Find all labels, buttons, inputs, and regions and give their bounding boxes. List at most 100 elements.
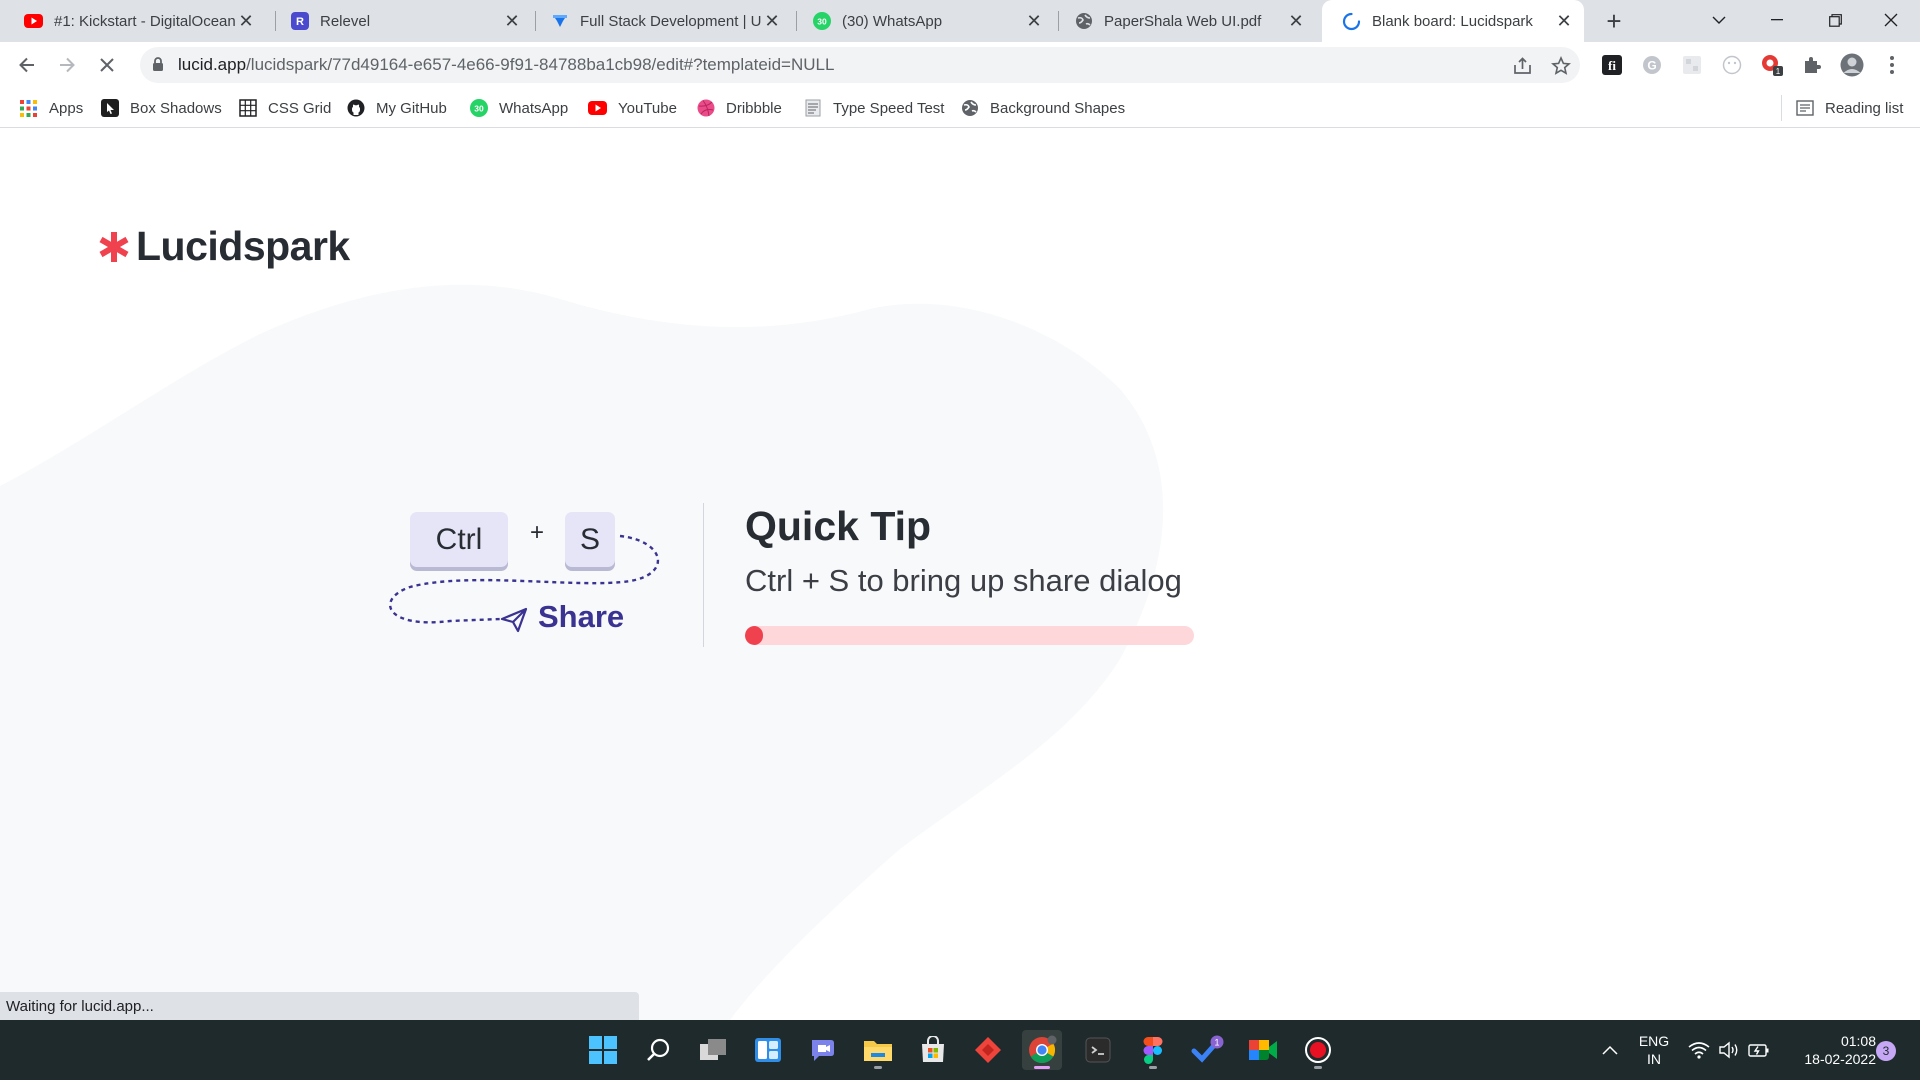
profile-avatar[interactable]: [1840, 53, 1864, 77]
restore-button[interactable]: [1806, 0, 1864, 40]
quick-tip-title: Quick Tip: [745, 503, 932, 549]
bookmark-background-shapes[interactable]: Background Shapes: [960, 96, 1125, 120]
svg-text:1: 1: [1776, 67, 1781, 76]
bookmark-css-grid[interactable]: CSS Grid: [238, 96, 331, 120]
new-tab-button[interactable]: +: [1598, 6, 1630, 36]
tab-title: Blank board: Lucidspark: [1372, 12, 1533, 30]
back-button[interactable]: [11, 49, 43, 81]
globe-icon: [1074, 12, 1093, 31]
todo-button[interactable]: 1: [1188, 1030, 1228, 1070]
chrome-icon: [1029, 1035, 1057, 1064]
ctrl-key: Ctrl: [410, 512, 508, 567]
running-indicator: [1149, 1066, 1157, 1069]
tab-relevel[interactable]: R Relevel ✕: [270, 0, 532, 42]
clock[interactable]: 01:08 18-02-2022: [1782, 1032, 1876, 1068]
tip-divider: [703, 503, 704, 647]
extension-recorder-icon[interactable]: 1: [1760, 53, 1784, 77]
task-view-button[interactable]: [693, 1030, 733, 1070]
anydesk-icon: [975, 1037, 1001, 1063]
start-button[interactable]: [583, 1030, 623, 1070]
task-view-icon: [700, 1039, 726, 1060]
extension-placeholder-icon[interactable]: [1680, 53, 1704, 77]
search-button[interactable]: [638, 1030, 678, 1070]
close-tab-icon[interactable]: ✕: [762, 11, 782, 31]
extensions-puzzle-icon[interactable]: [1800, 53, 1824, 77]
tab-kickstart-digitalocean[interactable]: #1: Kickstart - DigitalOcean ✕: [4, 0, 266, 42]
tab-blank-board-lucidspark[interactable]: Blank board: Lucidspark ✕: [1322, 0, 1584, 42]
widgets-button[interactable]: [748, 1030, 788, 1070]
bookmark-apps[interactable]: Apps: [19, 96, 83, 120]
bookmark-box-shadows[interactable]: Box Shadows: [100, 96, 222, 120]
bookmark-whatsapp[interactable]: 30 WhatsApp: [469, 96, 568, 120]
figma-button[interactable]: [1133, 1030, 1173, 1070]
forward-button[interactable]: [51, 49, 83, 81]
terminal-button[interactable]: [1078, 1030, 1118, 1070]
figma-icon: [1143, 1037, 1163, 1064]
svg-text:R: R: [296, 16, 304, 28]
tab-whatsapp[interactable]: 30 (30) WhatsApp ✕: [792, 0, 1054, 42]
svg-text:G: G: [1647, 59, 1656, 73]
close-tab-icon[interactable]: ✕: [236, 11, 256, 31]
tab-title: (30) WhatsApp: [842, 12, 943, 30]
reading-list-button[interactable]: Reading list: [1795, 96, 1903, 120]
bookmark-star-icon[interactable]: [1549, 54, 1573, 78]
close-window-button[interactable]: [1862, 0, 1920, 40]
language-indicator[interactable]: ENG IN: [1632, 1032, 1676, 1068]
show-hidden-icons-button[interactable]: [1590, 1030, 1630, 1070]
tab-full-stack-development[interactable]: Full Stack Development | Ur ✕: [530, 0, 792, 42]
widgets-icon: [755, 1038, 781, 1062]
share-page-icon[interactable]: [1511, 54, 1535, 78]
tab-title: Relevel: [320, 12, 371, 30]
active-app-indicator: [1034, 1066, 1050, 1069]
bookmark-label: Dribbble: [726, 99, 782, 117]
bookmark-youtube[interactable]: YouTube: [588, 96, 677, 120]
url-text[interactable]: lucid.app/lucidspark/77d49164-e657-4e66-…: [178, 55, 834, 75]
windows-taskbar: 1 ENG IN 01:08 18-02-2022 3: [0, 1020, 1920, 1080]
notification-badge[interactable]: 3: [1876, 1041, 1896, 1061]
stop-loading-button[interactable]: [91, 49, 123, 81]
teams-chat-icon: [812, 1040, 834, 1061]
loading-progress-fill: [745, 626, 763, 645]
tab-title: #1: Kickstart - DigitalOcean: [54, 12, 236, 30]
loading-icon: [1342, 12, 1361, 31]
address-bar[interactable]: lucid.app/lucidspark/77d49164-e657-4e66-…: [140, 47, 1580, 83]
bookmark-label: Apps: [49, 99, 84, 117]
close-tab-icon[interactable]: ✕: [1024, 11, 1044, 31]
grid-icon: [238, 99, 257, 118]
close-tab-icon[interactable]: ✕: [502, 11, 522, 31]
browser-menu-icon[interactable]: [1880, 53, 1904, 77]
quick-settings-button[interactable]: [1680, 1030, 1778, 1070]
bookmark-label: Box Shadows: [130, 99, 222, 117]
bookmark-dribbble[interactable]: Dribbble: [696, 96, 782, 120]
url-host: lucid.app: [178, 55, 247, 74]
reading-list-icon: [1795, 99, 1814, 118]
close-tab-icon[interactable]: ✕: [1286, 11, 1306, 31]
bookmarks-bar: Apps Box Shadows CSS Grid My GitHub 30 W…: [0, 88, 1920, 128]
anydesk-button[interactable]: [968, 1030, 1008, 1070]
extension-fi-icon[interactable]: fi: [1600, 53, 1624, 77]
globe-icon: [960, 99, 979, 118]
box-shadows-icon: [100, 99, 119, 118]
chrome-button[interactable]: [1022, 1030, 1062, 1070]
tab-papershala-pdf[interactable]: PaperShala Web UI.pdf ✕: [1054, 0, 1316, 42]
windows-logo-icon: [589, 1036, 617, 1064]
screen-recorder-button[interactable]: [1298, 1030, 1338, 1070]
bookmark-my-github[interactable]: My GitHub: [346, 96, 447, 120]
google-meet-icon: [1249, 1040, 1277, 1060]
url-path: /lucidspark/77d49164-e657-4e66-9f91-8478…: [246, 55, 835, 74]
tab-search-icon[interactable]: [1690, 0, 1748, 40]
apps-grid-icon: [19, 99, 38, 118]
volume-icon: [1719, 1041, 1738, 1059]
clock-time: 01:08: [1840, 1033, 1876, 1049]
teams-chat-button[interactable]: [803, 1030, 843, 1070]
close-tab-icon[interactable]: ✕: [1554, 11, 1574, 31]
lock-icon[interactable]: [152, 57, 164, 77]
file-explorer-button[interactable]: [858, 1030, 898, 1070]
bookmark-type-speed-test[interactable]: Type Speed Test: [803, 96, 944, 120]
google-meet-button[interactable]: [1243, 1030, 1283, 1070]
minimize-button[interactable]: [1748, 0, 1806, 40]
battery-charging-icon: [1748, 1044, 1769, 1057]
microsoft-store-button[interactable]: [913, 1030, 953, 1070]
extension-grammarly-icon[interactable]: G: [1640, 53, 1664, 77]
extension-face-icon[interactable]: [1720, 53, 1744, 77]
